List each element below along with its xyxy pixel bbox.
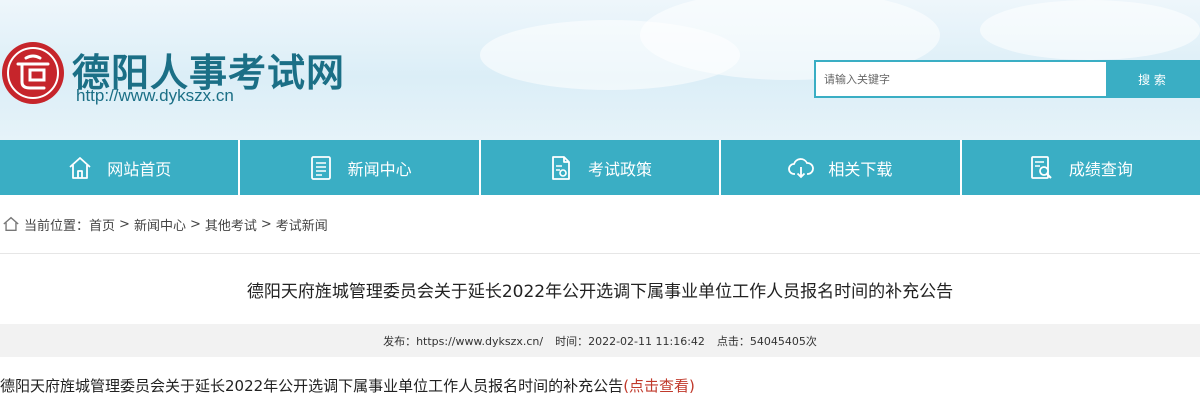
cloud-download-icon <box>788 157 815 178</box>
view-attachment-link[interactable]: (点击查看) <box>623 377 695 395</box>
article-meta: 发布：https://www.dykszx.cn/ 时间：2022-02-11 … <box>0 324 1200 357</box>
seal-logo-icon[interactable] <box>0 40 66 106</box>
search-document-icon <box>1030 155 1052 179</box>
nav-item-label: 相关下载 <box>828 159 893 179</box>
nav-item-label: 网站首页 <box>107 159 172 179</box>
nav-item-news[interactable]: 新闻中心 <box>240 140 481 195</box>
breadcrumb: 当前位置： 首页 > 新闻中心 > 其他考试 > 考试新闻 <box>0 195 1200 254</box>
nav-item-scores[interactable]: 成绩查询 <box>962 140 1200 195</box>
main-nav: 网站首页 新闻中心 考试政策 相关下载 成绩查询 <box>0 140 1200 195</box>
search-input[interactable] <box>816 62 1106 96</box>
breadcrumb-item-other-exams[interactable]: 其他考试 <box>205 215 257 234</box>
breadcrumb-item-exam-news[interactable]: 考试新闻 <box>276 215 328 234</box>
article-clicks: 点击：54045405次 <box>716 334 817 348</box>
nav-item-downloads[interactable]: 相关下载 <box>721 140 962 195</box>
nav-item-label: 考试政策 <box>588 159 653 179</box>
breadcrumb-prefix: 当前位置： <box>24 218 90 234</box>
nav-item-label: 新闻中心 <box>347 159 412 179</box>
search-box: 搜 索 <box>814 60 1200 98</box>
search-button[interactable]: 搜 索 <box>1106 62 1198 96</box>
article-body: 德阳天府旌城管理委员会关于延长2022年公开选调下属事业单位工作人员报名时间的补… <box>0 357 1200 396</box>
article-publisher: 发布：https://www.dykszx.cn/ <box>383 334 544 348</box>
nav-item-home[interactable]: 网站首页 <box>0 140 241 195</box>
breadcrumb-separator: > <box>260 216 272 232</box>
site-url[interactable]: http://www.dykszx.cn <box>76 86 234 106</box>
background-cloud <box>980 0 1200 60</box>
policy-document-icon <box>552 155 570 180</box>
home-icon <box>3 216 19 231</box>
article-time: 时间：2022-02-11 11:16:42 <box>555 334 705 348</box>
breadcrumb-item-home[interactable]: 首页 <box>89 215 115 234</box>
breadcrumb-item-news[interactable]: 新闻中心 <box>134 215 186 234</box>
article-title: 德阳天府旌城管理委员会关于延长2022年公开选调下属事业单位工作人员报名时间的补… <box>246 281 954 302</box>
nav-item-policy[interactable]: 考试政策 <box>481 140 722 195</box>
article-body-text: 德阳天府旌城管理委员会关于延长2022年公开选调下属事业单位工作人员报名时间的补… <box>0 377 624 395</box>
home-icon <box>69 156 91 179</box>
breadcrumb-separator: > <box>119 216 130 232</box>
news-icon <box>310 155 331 180</box>
nav-item-label: 成绩查询 <box>1068 159 1133 179</box>
breadcrumb-separator: > <box>189 216 201 232</box>
site-header: 德阳人事考试网 http://www.dykszx.cn 搜 索 <box>0 0 1200 140</box>
